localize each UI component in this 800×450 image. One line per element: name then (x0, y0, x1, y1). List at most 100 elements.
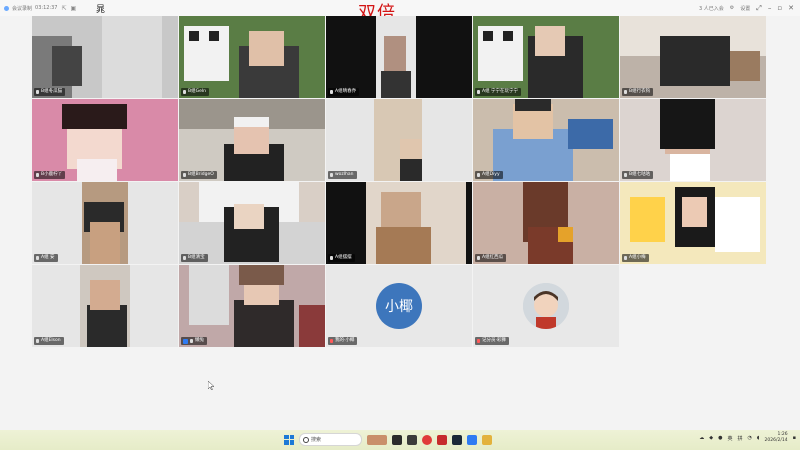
network-icon[interactable]: ◔ (748, 435, 752, 441)
participant-name: B组Geln (188, 89, 206, 94)
weather-icon[interactable]: ☁ (699, 435, 704, 441)
participant-name: A组Diyy (482, 172, 500, 177)
video-frame-shape (568, 119, 613, 149)
mic-icon (183, 256, 186, 260)
taskbar-search-input[interactable]: 搜索 (299, 433, 362, 446)
avatar-photo-icon (523, 283, 569, 329)
taskbar-app-4-icon[interactable] (437, 434, 447, 445)
taskbar-app-3-icon[interactable] (422, 434, 432, 445)
host-badge-icon (183, 338, 188, 344)
video-frame-shape (535, 26, 565, 56)
participant-label: A组 宁宁在玩宁宁 (475, 88, 522, 96)
video-frame-shape (384, 36, 406, 71)
participant-name: B组七咕咕 (629, 172, 651, 177)
close-button[interactable]: ✕ (788, 4, 794, 12)
settings-label[interactable]: 设置 (740, 5, 750, 12)
participant-tile[interactable]: B组BridgeO (179, 99, 325, 181)
participant-label: A组红西瓜 (475, 254, 507, 262)
layout-icon[interactable]: ▣ (71, 5, 77, 12)
mic-icon (624, 90, 627, 94)
participant-name: 我的·小椰 (335, 338, 355, 343)
participant-tile[interactable]: B组七咕咕 (620, 99, 766, 181)
taskbar-app-1-icon[interactable] (392, 434, 402, 445)
microphone-icon[interactable]: ● (718, 435, 722, 441)
taskbar-app-6-icon[interactable] (482, 434, 492, 445)
maximize-button[interactable]: ▫ (777, 4, 782, 12)
participant-tile[interactable]: A组 安 (32, 182, 178, 264)
minimize-button[interactable]: – (768, 4, 772, 12)
mic-icon (330, 256, 333, 260)
participant-tile[interactable]: A组小梅 (620, 182, 766, 264)
video-frame-shape (239, 265, 284, 285)
mic-icon (36, 90, 39, 94)
participant-label: A组 安 (34, 254, 58, 262)
mic-icon (330, 173, 333, 177)
participant-tile[interactable]: A组Diyy (473, 99, 619, 181)
mic-icon (36, 173, 39, 177)
participant-tile[interactable]: B组Geln (179, 16, 325, 98)
participant-name: A组 安 (41, 255, 55, 260)
windows-start-icon[interactable] (284, 434, 294, 445)
video-frame-shape (209, 31, 219, 41)
video-frame-shape (503, 31, 513, 41)
video-frame-shape (234, 204, 264, 229)
participant-name: B组冬瓜猫 (41, 89, 63, 94)
participant-tile[interactable]: wozlhan (326, 99, 472, 181)
participant-tile[interactable]: A组晴春乔 (326, 16, 472, 98)
clock[interactable]: 1:26 2026/2/14 (765, 432, 788, 444)
participant-tile[interactable]: B组清宝 (179, 182, 325, 264)
video-frame-shape (189, 265, 229, 325)
participant-tile[interactable]: 小椰 我的·小椰 (326, 265, 472, 347)
fullscreen-icon[interactable]: ⤢ (756, 4, 762, 13)
video-frame-shape (558, 227, 573, 242)
video-frame-shape (234, 300, 294, 347)
steam-icon[interactable] (452, 434, 462, 445)
notification-icon[interactable]: ▪ (793, 435, 796, 441)
search-placeholder: 搜索 (311, 437, 322, 443)
participant-tile[interactable]: 懒兔 (179, 265, 325, 347)
participant-grid: B组冬瓜猫 B组Geln A组晴春乔 A组 宁宁在玩宁宁 B组行衣钩 B小鹿柠丫 B组Bri… (32, 16, 770, 348)
participant-name: B组行衣钩 (629, 89, 651, 94)
video-frame-shape (483, 31, 493, 41)
participant-name: B组BridgeO (188, 172, 214, 177)
video-frame-shape (670, 154, 710, 181)
participant-tile[interactable]: 记分员·彩狮 (473, 265, 619, 347)
video-frame-shape (730, 51, 760, 81)
participant-label: A组Diyy (475, 171, 503, 179)
taskbar-app-2-icon[interactable] (407, 434, 417, 445)
mic-icon (330, 90, 333, 94)
participant-name: 记分员·彩狮 (482, 338, 506, 343)
participant-name: A组小梅 (629, 255, 646, 260)
tray-ime[interactable]: 拼 (738, 435, 743, 442)
participant-tile[interactable]: A组摆摆 (326, 182, 472, 264)
taskbar-widget-icon[interactable] (367, 434, 387, 445)
share-icon[interactable]: ⇱ (61, 5, 66, 12)
volume-icon[interactable]: ◖ (757, 435, 760, 441)
tray-lang[interactable]: 英 (727, 435, 732, 442)
participant-tile[interactable]: B组行衣钩 (620, 16, 766, 98)
participant-tile[interactable]: A组 宁宁在玩宁宁 (473, 16, 619, 98)
settings-gear-icon[interactable]: ⚙ (730, 5, 734, 11)
participant-label: 我的·小椰 (328, 337, 358, 345)
participant-tile[interactable]: A组Elson (32, 265, 178, 347)
taskbar: 搜索 ☁ ◆ ● 英 拼 ◔ ◖ 1:26 2026/2/14 ▪ (0, 430, 800, 450)
participant-label: B组七咕咕 (622, 171, 654, 179)
participant-name: 懒兔 (195, 338, 204, 343)
search-icon (303, 436, 309, 443)
video-frame-shape (630, 197, 665, 242)
mic-icon (477, 256, 480, 260)
participant-label: B组行衣钩 (622, 88, 654, 96)
participant-name: B小鹿柠丫 (41, 172, 63, 177)
participant-tile[interactable]: B小鹿柠丫 (32, 99, 178, 181)
participant-label: B组冬瓜猫 (34, 88, 66, 96)
participant-tile[interactable]: A组红西瓜 (473, 182, 619, 264)
participant-label: B小鹿柠丫 (34, 171, 66, 179)
participant-label: 懒兔 (181, 337, 207, 345)
participant-tile[interactable]: B组冬瓜猫 (32, 16, 178, 98)
video-frame-shape (660, 99, 715, 149)
tray-app-icon[interactable]: ◆ (709, 435, 713, 441)
mic-muted-icon (330, 339, 333, 343)
participant-label: wozlhan (328, 171, 357, 179)
clock-date: 2026/2/14 (764, 438, 788, 443)
taskbar-app-5-icon[interactable] (467, 434, 477, 445)
